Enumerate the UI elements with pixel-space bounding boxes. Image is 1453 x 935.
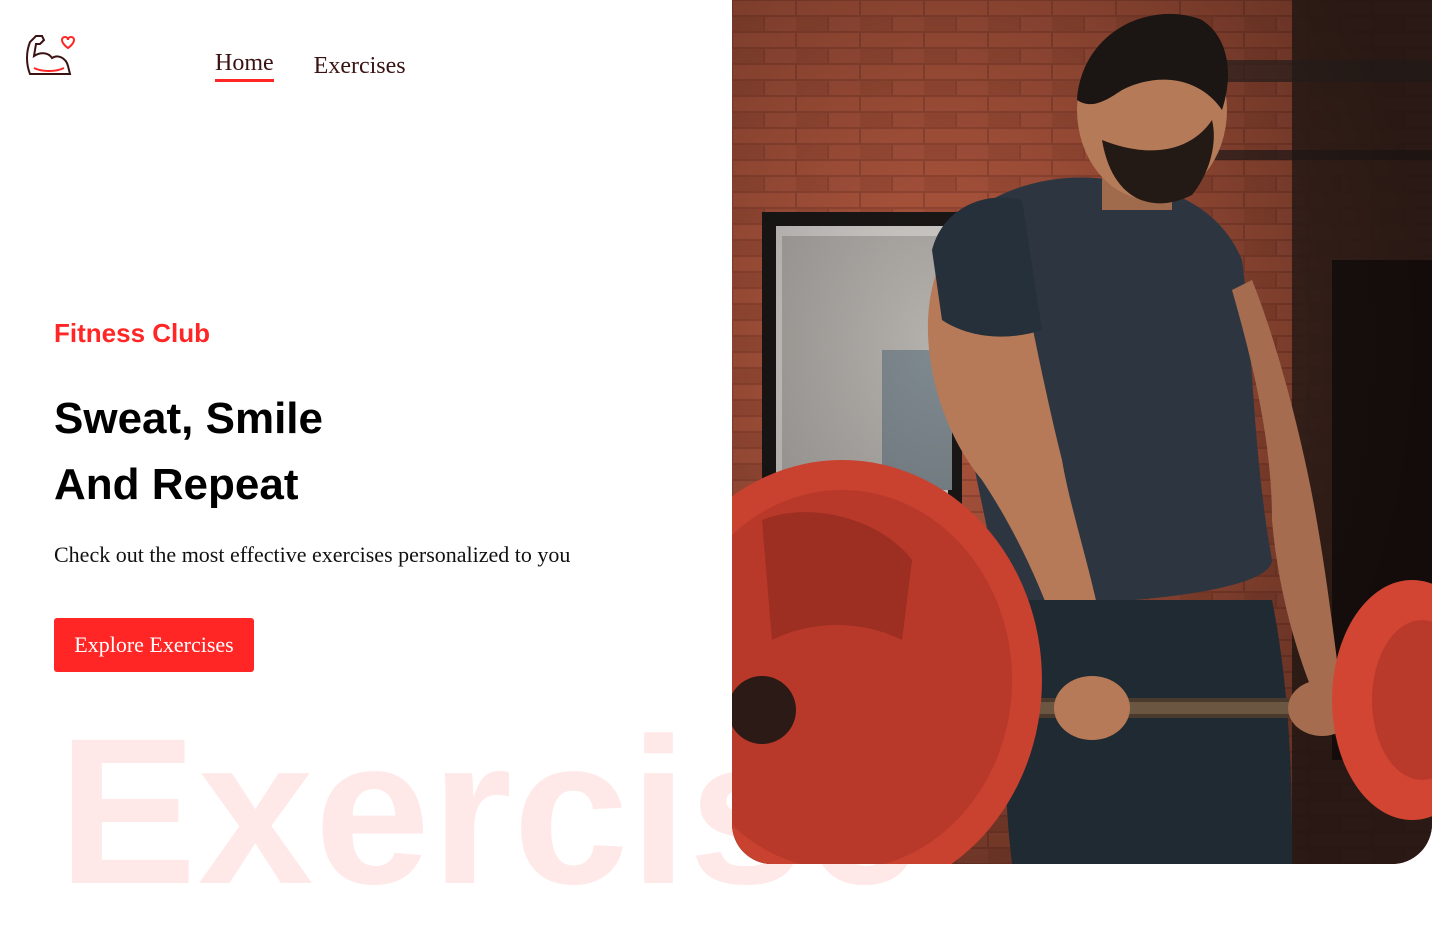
nav-home-link[interactable]: Home xyxy=(215,50,274,82)
main-nav: Home Exercises xyxy=(215,50,406,82)
hero-subtitle: Check out the most effective exercises p… xyxy=(54,542,571,567)
logo-icon[interactable] xyxy=(22,28,76,80)
hero-eyebrow: Fitness Club xyxy=(54,318,211,348)
nav-exercises-link[interactable]: Exercises xyxy=(314,53,406,82)
hero-headline: Sweat, Smile And Repeat xyxy=(54,386,323,518)
headline-line-2: And Repeat xyxy=(54,460,299,509)
headline-line-1: Sweat, Smile xyxy=(54,394,324,443)
explore-exercises-button[interactable]: Explore Exercises xyxy=(54,618,254,672)
hero-image xyxy=(732,0,1432,864)
